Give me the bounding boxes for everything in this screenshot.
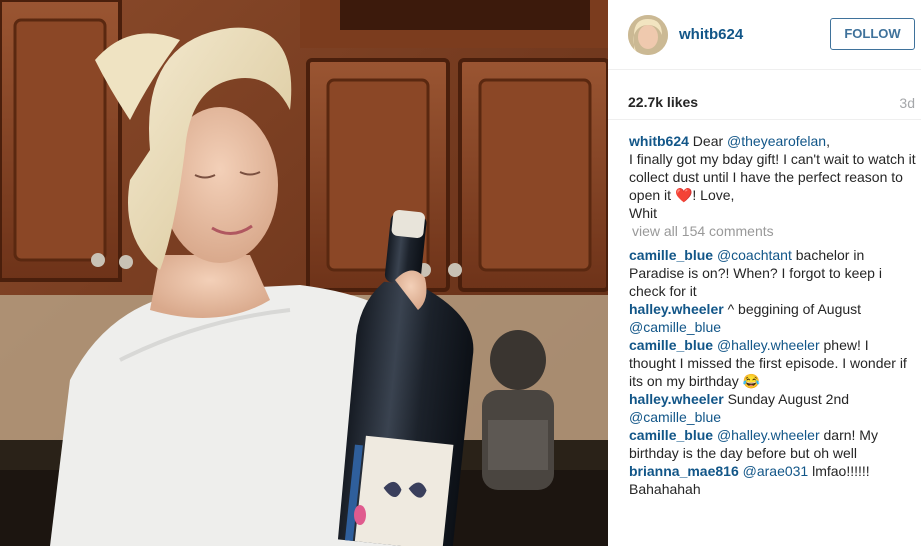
caption-text: I finally got my bday gift! I can't wait… <box>629 151 916 203</box>
comment-item: brianna_mae816 @arae031 lmfao!!!!!! Baha… <box>629 462 916 498</box>
comment-mention[interactable]: @arae031 <box>743 463 809 479</box>
heart-emoji-icon: ❤️ <box>674 187 693 203</box>
comment-list: whitb624 Dear @theyearofelan, I finally g… <box>629 132 916 498</box>
post-side-panel: whitb624 FOLLOW 22.7k likes 3d whitb624 … <box>608 0 921 546</box>
author-username[interactable]: whitb624 <box>679 26 743 43</box>
comment-text: ^ beggining of August <box>723 301 862 317</box>
caption-text-start: Dear <box>688 133 728 149</box>
comment-username[interactable]: halley.wheeler <box>629 391 724 407</box>
post-time[interactable]: 3d <box>899 95 915 111</box>
caption: whitb624 Dear @theyearofelan, I finally g… <box>629 132 916 222</box>
comment-mention[interactable]: @halley.wheeler <box>717 337 820 353</box>
caption-signoff: Whit <box>629 205 657 221</box>
comment-item: camille_blue @halley.wheeler phew! I tho… <box>629 336 916 390</box>
laughing-emoji-icon: 😂 <box>742 373 761 389</box>
comment-text: Sunday August 2nd <box>723 391 850 407</box>
comment-item: camille_blue @coachtant bachelor in Para… <box>629 246 916 300</box>
caption-username[interactable]: whitb624 <box>629 133 689 149</box>
comment-mention[interactable]: @coachtant <box>717 247 792 263</box>
comment-mention[interactable]: @camille_blue <box>629 319 721 335</box>
comment-username[interactable]: camille_blue <box>629 337 713 353</box>
comment-item: halley.wheeler ^ beggining of August @cam… <box>629 300 916 336</box>
post-photo[interactable] <box>0 0 608 546</box>
comment-username[interactable]: halley.wheeler <box>629 301 724 317</box>
comment-mention[interactable]: @camille_blue <box>629 409 721 425</box>
comment-username[interactable]: camille_blue <box>629 427 713 443</box>
comment-username[interactable]: camille_blue <box>629 247 713 263</box>
photo-illustration <box>0 0 608 546</box>
post-stats: 22.7k likes 3d <box>608 84 921 120</box>
caption-comma: , <box>826 133 830 149</box>
like-count[interactable]: 22.7k likes <box>628 94 698 110</box>
comment-mention[interactable]: @halley.wheeler <box>717 427 820 443</box>
post-header: whitb624 FOLLOW <box>608 0 921 70</box>
follow-button[interactable]: FOLLOW <box>830 18 915 50</box>
user-avatar[interactable] <box>628 15 668 55</box>
caption-mention[interactable]: @theyearofelan <box>727 133 826 149</box>
comment-item: halley.wheeler Sunday August 2nd @camille… <box>629 390 916 426</box>
comment-item: camille_blue @halley.wheeler darn! My bi… <box>629 426 916 462</box>
view-all-comments-link[interactable]: view all 154 comments <box>632 222 916 240</box>
avatar-icon <box>628 15 668 55</box>
caption-text-end: ! Love, <box>692 187 735 203</box>
comment-username[interactable]: brianna_mae816 <box>629 463 739 479</box>
